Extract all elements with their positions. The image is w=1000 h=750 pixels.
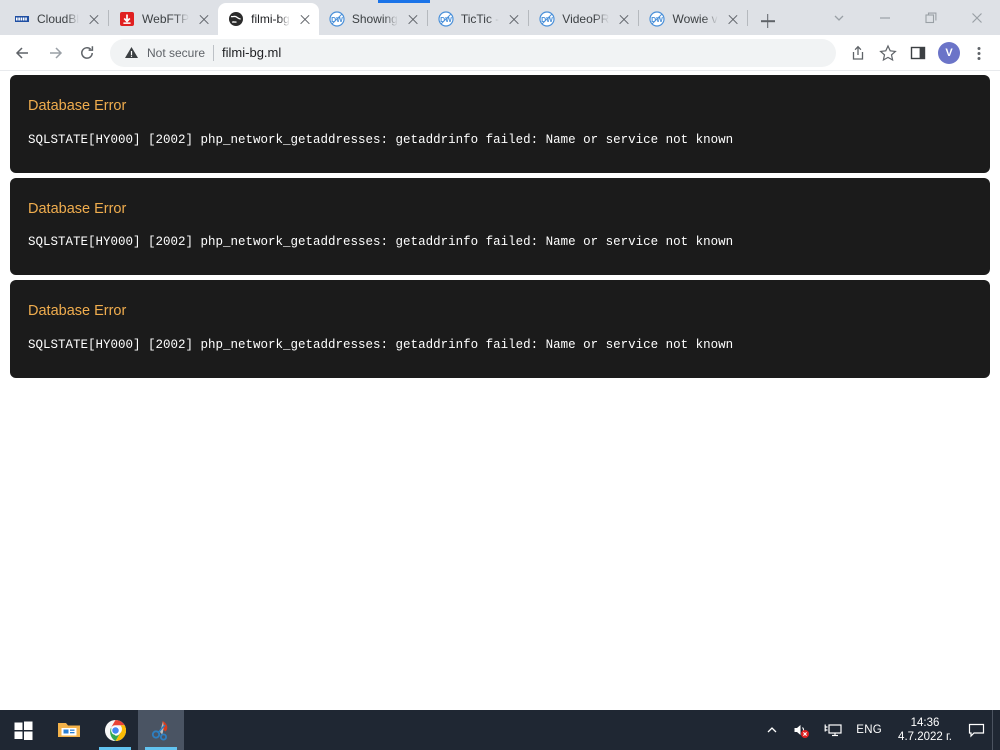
- clock-date: 4.7.2022 г.: [898, 731, 952, 743]
- tab-videopr[interactable]: DW VideoPR: [529, 3, 638, 35]
- cloudblue-icon: [14, 11, 30, 27]
- browser-toolbar: Not secure filmi-bg.ml V: [0, 35, 1000, 71]
- system-tray: ENG 14:36 4.7.2022 г.: [759, 710, 1000, 750]
- language-indicator[interactable]: ENG: [849, 710, 889, 750]
- close-icon[interactable]: [405, 11, 421, 27]
- tab-filmi-bg[interactable]: filmi-bg: [218, 3, 319, 35]
- database-error-panel: Database Error SQLSTATE[HY000] [2002] ph…: [10, 75, 990, 173]
- minimize-icon[interactable]: [862, 2, 908, 34]
- tab-title: Wowie v: [672, 12, 718, 26]
- show-desktop-button[interactable]: [992, 710, 1000, 750]
- share-icon[interactable]: [844, 39, 872, 67]
- screen: CloudBl WebFTP filmi-bg DW Showing DW Ti…: [0, 0, 1000, 750]
- new-tab-button[interactable]: [754, 7, 782, 35]
- tab-title: filmi-bg: [251, 12, 290, 26]
- tab-title: TicTic -: [460, 12, 500, 26]
- omnibox-divider: [213, 44, 215, 61]
- language-label: ENG: [856, 724, 883, 736]
- tab-title: CloudBl: [37, 12, 80, 26]
- network-icon[interactable]: [817, 710, 849, 750]
- reload-icon[interactable]: [72, 38, 102, 68]
- error-message: SQLSTATE[HY000] [2002] php_network_getad…: [28, 235, 734, 249]
- back-arrow-icon[interactable]: [8, 38, 38, 68]
- dw-icon: DW: [438, 11, 454, 27]
- chevron-up-icon[interactable]: [759, 710, 785, 750]
- snipping-tool-button[interactable]: [138, 710, 184, 750]
- volume-muted-icon[interactable]: [785, 710, 817, 750]
- tab-strip: CloudBl WebFTP filmi-bg DW Showing DW Ti…: [0, 0, 1000, 35]
- not-secure-warning-icon: [124, 45, 139, 60]
- tab-title: VideoPR: [562, 12, 610, 26]
- forward-arrow-icon[interactable]: [40, 38, 70, 68]
- address-bar[interactable]: Not secure filmi-bg.ml: [110, 38, 836, 67]
- clock-time: 14:36: [910, 717, 940, 729]
- close-icon[interactable]: [297, 11, 313, 27]
- tab-showing[interactable]: DW Showing: [319, 3, 427, 35]
- avatar[interactable]: V: [938, 41, 960, 64]
- error-title: Database Error: [28, 303, 127, 319]
- tab-title: WebFTP: [142, 12, 190, 26]
- dw-icon: DW: [539, 11, 555, 27]
- dw-icon: DW: [329, 11, 345, 27]
- notification-icon[interactable]: [961, 710, 992, 750]
- close-icon[interactable]: [725, 11, 741, 27]
- three-dot-menu-icon[interactable]: [966, 39, 992, 67]
- windows-taskbar: ENG 14:36 4.7.2022 г.: [0, 710, 1000, 750]
- error-title: Database Error: [28, 200, 127, 217]
- url-text: filmi-bg.ml: [222, 45, 282, 60]
- security-status-label: Not secure: [147, 45, 206, 60]
- maximize-icon[interactable]: [908, 2, 954, 34]
- dw-icon: DW: [649, 11, 666, 27]
- webftp-download-icon: [119, 11, 135, 27]
- tab-tictic[interactable]: DW TicTic -: [428, 3, 528, 35]
- tab-wowie[interactable]: DW Wowie v: [639, 3, 746, 35]
- tab-title: Showing: [351, 12, 398, 26]
- database-error-panel: Database Error SQLSTATE[HY000] [2002] ph…: [10, 280, 990, 378]
- close-icon[interactable]: [616, 11, 632, 27]
- tab-webftp[interactable]: WebFTP: [109, 3, 218, 35]
- side-panel-icon[interactable]: [904, 39, 932, 67]
- avatar-initial: V: [945, 46, 953, 59]
- browser-window: CloudBl WebFTP filmi-bg DW Showing DW Ti…: [0, 0, 1000, 710]
- error-title: Database Error: [28, 98, 127, 114]
- close-icon[interactable]: [196, 11, 212, 27]
- page-viewport: Database Error SQLSTATE[HY000] [2002] ph…: [0, 71, 1000, 710]
- clock[interactable]: 14:36 4.7.2022 г.: [889, 716, 961, 744]
- close-icon[interactable]: [954, 2, 1000, 34]
- tab-search-chevron-icon[interactable]: [816, 2, 862, 34]
- google-chrome-button[interactable]: [92, 710, 138, 750]
- star-icon[interactable]: [874, 39, 902, 67]
- error-message: SQLSTATE[HY000] [2002] php_network_getad…: [28, 337, 734, 352]
- start-button[interactable]: [0, 710, 46, 750]
- file-explorer-button[interactable]: [46, 710, 92, 750]
- close-icon[interactable]: [86, 11, 102, 27]
- window-controls: [816, 0, 1000, 35]
- tab-cloudblue[interactable]: CloudBl: [4, 3, 108, 35]
- database-error-panel: Database Error SQLSTATE[HY000] [2002] ph…: [10, 177, 990, 275]
- close-icon[interactable]: [506, 11, 522, 27]
- globe-icon: [228, 11, 244, 27]
- error-message: SQLSTATE[HY000] [2002] php_network_getad…: [28, 132, 734, 147]
- tab-separator: [746, 9, 748, 26]
